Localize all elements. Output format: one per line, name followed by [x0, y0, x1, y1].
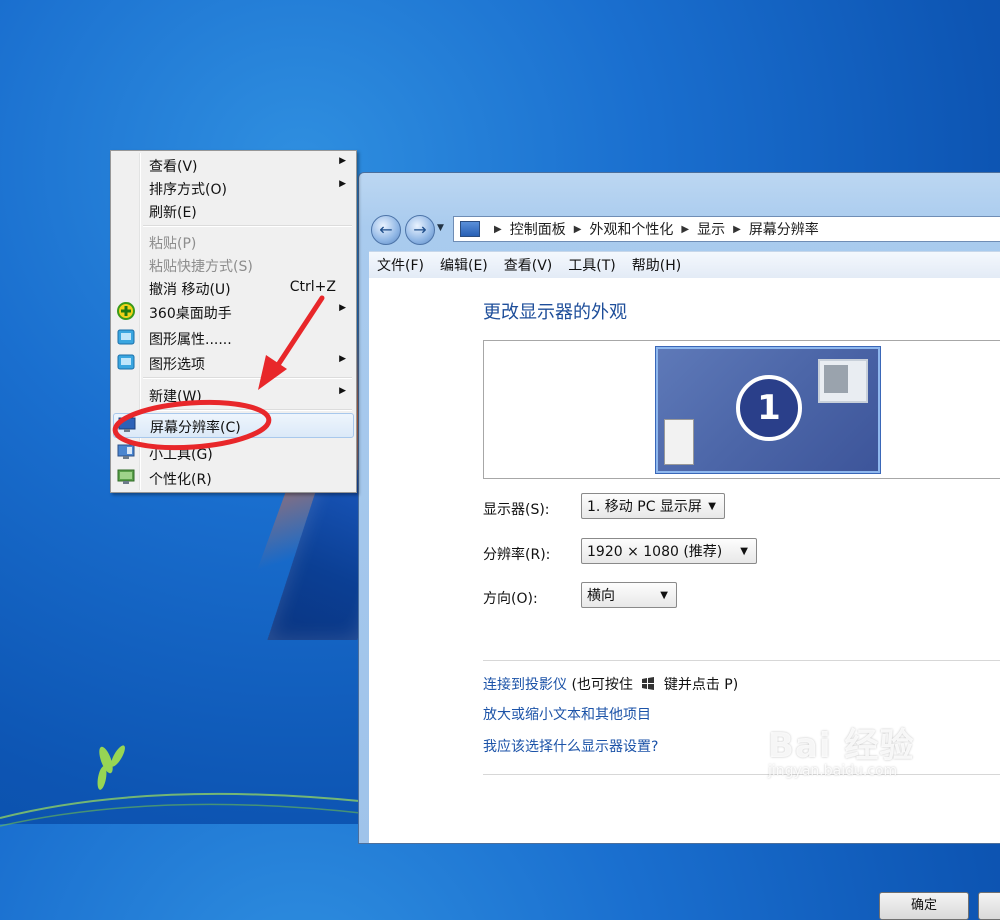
menu-view[interactable]: 查看(V) — [496, 255, 561, 275]
resolution-label: 分辨率(R): — [483, 547, 551, 563]
menu-item-paste-shortcut[interactable]: 粘贴快捷方式(S) — [113, 253, 354, 275]
breadcrumb-appearance[interactable]: 外观和个性化 — [589, 219, 673, 239]
projector-link-row: 连接到投影仪 (也可按住 键并点击 P) — [483, 674, 738, 694]
dropdown-arrow-icon: ▼ — [708, 501, 716, 512]
dropdown-arrow-icon: ▼ — [660, 590, 668, 601]
forward-button[interactable]: → — [405, 215, 435, 245]
chevron-right-icon[interactable]: ▶ — [574, 224, 582, 235]
projector-note-a: (也可按住 — [571, 677, 633, 693]
menu-item-graphics-options[interactable]: 图形选项 ▶ — [113, 351, 354, 373]
menu-separator — [143, 225, 352, 227]
cancel-button[interactable] — [978, 892, 1000, 920]
resolution-select[interactable]: 1920 × 1080 (推荐) ▼ — [581, 538, 757, 564]
graphics-options-icon — [117, 354, 135, 370]
chevron-right-icon[interactable]: ▶ — [494, 224, 502, 235]
menu-item-view[interactable]: 查看(V) ▶ — [113, 153, 354, 175]
chevron-right-icon[interactable]: ▶ — [681, 224, 689, 235]
menu-help[interactable]: 帮助(H) — [624, 255, 689, 275]
menu-item-graphics-properties[interactable]: 图形属性...... — [113, 326, 354, 348]
dropdown-arrow-icon: ▼ — [740, 546, 748, 557]
menu-item-label: 图形属性...... — [149, 332, 232, 348]
orientation-select-value: 横向 — [587, 588, 615, 604]
submenu-arrow-icon: ▶ — [339, 303, 346, 313]
screen-resolution-icon — [118, 417, 136, 432]
windows-logo-icon — [642, 677, 655, 690]
display-select[interactable]: 1. 移动 PC 显示屏 ▼ — [581, 493, 725, 519]
arrow-right-icon: → — [413, 220, 427, 239]
menu-bar: 文件(F) 编辑(E) 查看(V) 工具(T) 帮助(H) — [369, 251, 1000, 279]
menu-item-label: 屏幕分辨率(C) — [150, 420, 241, 436]
baidu-jingyan-watermark: Bai 经验 jingyan.baidu.com — [768, 718, 914, 779]
menu-item-undo-move[interactable]: 撤消 移动(U) Ctrl+Z — [113, 276, 354, 298]
orientation-label: 方向(O): — [483, 591, 538, 607]
menu-item-new[interactable]: 新建(W) ▶ — [113, 383, 354, 405]
breadcrumb-display[interactable]: 显示 — [697, 219, 725, 239]
arrow-left-icon: ← — [379, 220, 393, 239]
menu-tools[interactable]: 工具(T) — [560, 255, 623, 275]
resolution-select-value: 1920 × 1080 (推荐) — [587, 544, 723, 560]
menu-item-label: 查看(V) — [149, 159, 198, 175]
menu-item-label: 新建(W) — [149, 389, 202, 405]
breadcrumb-control-panel[interactable]: 控制面板 — [510, 219, 566, 239]
menu-item-360-helper[interactable]: 360桌面助手 ▶ — [113, 300, 354, 322]
address-row: ← → ▼ ▶ 控制面板 ▶ 外观和个性化 ▶ 显示 ▶ 屏幕分辨率 ▼ — [369, 213, 1000, 245]
submenu-arrow-icon: ▶ — [339, 386, 346, 396]
menu-item-label: 小工具(G) — [149, 447, 213, 463]
display-label: 显示器(S): — [483, 502, 550, 518]
back-button[interactable]: ← — [371, 215, 401, 245]
menu-edit[interactable]: 编辑(E) — [432, 255, 496, 275]
chevron-right-icon[interactable]: ▶ — [733, 224, 741, 235]
submenu-arrow-icon: ▶ — [339, 156, 346, 166]
section-divider — [483, 660, 1000, 661]
breadcrumb-screen-resolution[interactable]: 屏幕分辨率 — [749, 219, 819, 239]
menu-file[interactable]: 文件(F) — [369, 255, 432, 275]
menu-separator — [143, 409, 352, 411]
monitor-number-badge: 1 — [736, 375, 802, 441]
monitor-preview[interactable]: 1 — [656, 347, 880, 473]
watermark-url: jingyan.baidu.com — [768, 763, 898, 779]
orientation-select[interactable]: 横向 ▼ — [581, 582, 677, 608]
menu-item-personalize[interactable]: 个性化(R) — [113, 466, 354, 488]
menu-item-label: 排序方式(O) — [149, 182, 227, 198]
projector-note-b: 键并点击 P) — [663, 677, 739, 693]
menu-item-label: 粘贴(P) — [149, 236, 197, 252]
menu-separator — [143, 377, 352, 379]
personalize-icon — [117, 469, 135, 484]
menu-item-label: 图形选项 — [149, 357, 205, 373]
graphics-properties-icon — [117, 329, 135, 345]
submenu-arrow-icon: ▶ — [339, 354, 346, 364]
menu-item-paste[interactable]: 粘贴(P) — [113, 230, 354, 252]
submenu-arrow-icon: ▶ — [339, 179, 346, 189]
display-settings-help-link[interactable]: 我应该选择什么显示器设置? — [483, 736, 658, 756]
menu-item-label: 360桌面助手 — [149, 306, 232, 322]
preview-window-icon — [818, 359, 868, 403]
menu-item-label: 刷新(E) — [149, 205, 197, 221]
menu-item-sort-by[interactable]: 排序方式(O) ▶ — [113, 176, 354, 198]
menu-item-label: 撤消 移动(U) — [149, 282, 231, 298]
watermark-main: Bai 经验 — [768, 726, 915, 766]
display-select-value: 1. 移动 PC 显示屏 — [587, 499, 702, 515]
page-title: 更改显示器的外观 — [483, 302, 627, 323]
bamboo-wallpaper-decoration — [0, 745, 370, 827]
recent-pages-dropdown-icon[interactable]: ▼ — [437, 223, 444, 233]
footer-divider — [483, 774, 1000, 775]
gadgets-icon — [117, 444, 135, 459]
monitor-preview-area: 1 — [483, 340, 1000, 479]
desktop-context-menu: 查看(V) ▶ 排序方式(O) ▶ 刷新(E) 粘贴(P) 粘贴快捷方式(S) … — [110, 150, 357, 493]
preview-panel-icon — [664, 419, 694, 465]
menu-item-shortcut: Ctrl+Z — [289, 279, 336, 295]
connect-projector-link[interactable]: 连接到投影仪 — [483, 677, 567, 693]
ok-button[interactable]: 确定 — [879, 892, 969, 920]
menu-item-label: 粘贴快捷方式(S) — [149, 259, 253, 275]
360-helper-icon — [117, 302, 135, 320]
control-panel-icon — [460, 221, 480, 237]
text-size-link[interactable]: 放大或缩小文本和其他项目 — [483, 704, 651, 724]
menu-item-screen-resolution[interactable]: 屏幕分辨率(C) — [113, 413, 354, 438]
menu-item-label: 个性化(R) — [149, 472, 212, 488]
address-bar[interactable]: ▶ 控制面板 ▶ 外观和个性化 ▶ 显示 ▶ 屏幕分辨率 ▼ — [453, 216, 1000, 242]
menu-item-refresh[interactable]: 刷新(E) — [113, 199, 354, 221]
menu-item-gadgets[interactable]: 小工具(G) — [113, 441, 354, 463]
